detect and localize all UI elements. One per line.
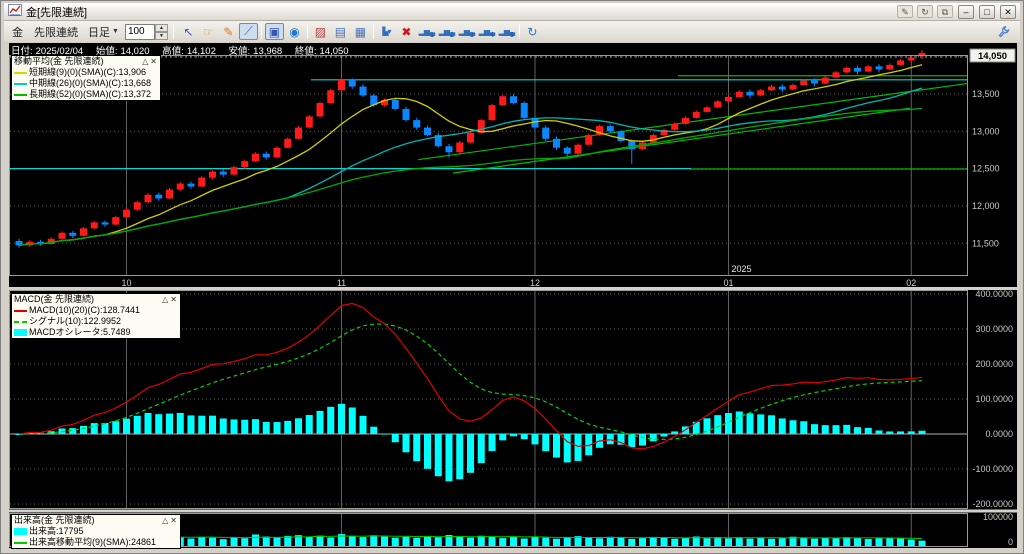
- app-window: 金[先限連続] ✎ ↻ ⧉ – □ ✕ 金 先限連続 日足 ▼ ▲ ▼ ↖☞✎⟋…: [0, 0, 1024, 554]
- app-chart-icon: [8, 3, 22, 21]
- pan-tool-icon[interactable]: ☞: [199, 23, 218, 40]
- ma-legend-close-icon[interactable]: ✕: [149, 57, 158, 66]
- legend-item: 出来高移動平均(9)(SMA):24861: [12, 537, 180, 548]
- layout-1-icon[interactable]: ▂▅▃ 1: [417, 23, 436, 40]
- ma-legend-collapse-icon[interactable]: △: [141, 57, 149, 66]
- svg-text:100000: 100000: [983, 512, 1013, 522]
- svg-text:11,500: 11,500: [972, 238, 999, 248]
- legend-item: 長期線(52)(0)(SMA)(C):13,372: [12, 89, 160, 100]
- legend-item: 中期線(26)(0)(SMA)(C):13,668: [12, 78, 160, 89]
- maximize-button[interactable]: □: [979, 4, 995, 19]
- ma-legend-title: 移動平均(金 先限連続): [14, 56, 104, 66]
- svg-text:400.0000: 400.0000: [975, 289, 1013, 299]
- macd-histogram-layer: [15, 403, 926, 482]
- price-axis-labels: 13,500 13,000 12,500 12,000 11,500: [972, 89, 1000, 248]
- svg-text:0.0000: 0.0000: [985, 429, 1013, 439]
- chart-window-icon[interactable]: ▨: [311, 23, 330, 40]
- volume-legend: 出来高(金 先限連続) △ ✕ 出来高:17795 出来高移動平均(9)(SMA)…: [11, 514, 181, 549]
- close-button[interactable]: ✕: [1000, 4, 1016, 19]
- wrench-icon[interactable]: [997, 24, 1010, 40]
- duplicate-icon[interactable]: ⧉: [937, 5, 953, 18]
- chart-area: 日付: 2025/02/04 始値: 14,020 高値: 14,102 安値: 13,…: [9, 43, 1017, 549]
- trendline-tool-icon[interactable]: ⟋: [238, 23, 258, 40]
- layout-2-icon[interactable]: ▂▅▃ 2: [437, 23, 456, 40]
- current-price-marker: 14,050: [969, 48, 1016, 63]
- bars-count-input[interactable]: [124, 23, 155, 40]
- svg-text:-100.0000: -100.0000: [972, 464, 1013, 474]
- legend-item: 出来高:17795: [12, 526, 180, 537]
- minimize-button[interactable]: –: [958, 4, 974, 19]
- volume-legend-close-icon[interactable]: ✕: [169, 516, 178, 525]
- svg-text:-200.0000: -200.0000: [972, 499, 1013, 509]
- grid-dense-icon[interactable]: ▦: [351, 23, 370, 40]
- contract-label[interactable]: 先限連続: [30, 24, 82, 40]
- svg-text:01: 01: [723, 278, 733, 288]
- window-title: 金[先限連続]: [26, 6, 88, 19]
- svg-text:300.0000: 300.0000: [975, 324, 1013, 334]
- layout-5-icon[interactable]: ▂▅▃ 5: [497, 23, 516, 40]
- volume-axis-labels: 100000 0: [983, 512, 1013, 547]
- toolbar-icons: ↖ ☞ ✎ ⟋ ▣ ◉ ▨ ▤ ▦ ▙▾ ✖ ▂▅▃ 1 ▂▅▃ 2 ▂▅▃ 3 ▂▅▃ 4 ▂▅▃ 5 ↻: [179, 23, 542, 40]
- volume-legend-title: 出来高(金 先限連続): [14, 515, 95, 525]
- spin-up-icon[interactable]: ▲: [154, 23, 168, 32]
- legend-item: MACD(10)(20)(C):128.7441: [12, 305, 180, 316]
- svg-text:11: 11: [337, 278, 346, 288]
- toolbar: 金 先限連続 日足 ▼ ▲ ▼ ↖☞✎⟋ ▣◉ ▨▤▦ ▙▾✖▂▅▃1▂▅▃2▂▅▃3…: [4, 21, 1020, 42]
- svg-text:13,000: 13,000: [972, 126, 1000, 136]
- macd-legend-title: MACD(金 先限連続): [14, 294, 94, 304]
- remove-indicator-icon[interactable]: ✖: [397, 23, 416, 40]
- zoom-tool-icon[interactable]: ◉: [285, 23, 304, 40]
- macd-axis-labels: 400.0000 300.0000 200.0000 100.0000 0.0000 -1…: [972, 289, 1013, 509]
- grid-sparse-icon[interactable]: ▤: [331, 23, 350, 40]
- macd-legend: MACD(金 先限連続) △ ✕ MACD(10)(20)(C):128.744…: [11, 293, 181, 339]
- svg-text:10: 10: [121, 278, 131, 288]
- legend-item: シグナル(10):122.9952: [12, 316, 180, 327]
- macd-legend-collapse-icon[interactable]: △: [161, 295, 169, 304]
- symbol-label[interactable]: 金: [8, 24, 27, 40]
- chart-cursor-tool-icon[interactable]: ▣: [264, 23, 284, 40]
- volume-legend-collapse-icon[interactable]: △: [161, 516, 169, 525]
- svg-text:13,500: 13,500: [972, 89, 1000, 99]
- layout-3-icon[interactable]: ▂▅▃ 3: [457, 23, 476, 40]
- chevron-down-icon: ▼: [112, 28, 119, 35]
- svg-text:0: 0: [1008, 537, 1013, 547]
- timeframe-select[interactable]: 日足 ▼: [85, 24, 122, 40]
- add-indicator-icon[interactable]: ▙▾: [377, 23, 396, 40]
- svg-text:12,000: 12,000: [972, 201, 1000, 211]
- ma-legend: 移動平均(金 先限連続) △ ✕ 短期線(9)(0)(SMA)(C):13,90…: [11, 55, 161, 101]
- layout-4-icon[interactable]: ▂▅▃ 4: [477, 23, 496, 40]
- legend-item: 短期線(9)(0)(SMA)(C):13,906: [12, 67, 160, 78]
- svg-text:100.0000: 100.0000: [975, 394, 1013, 404]
- bars-count-stepper: ▲ ▼: [124, 23, 168, 40]
- svg-text:02: 02: [906, 278, 916, 288]
- svg-text:12,500: 12,500: [972, 164, 1000, 174]
- refresh-chart-icon[interactable]: ↻: [523, 23, 542, 40]
- svg-text:14,050: 14,050: [978, 51, 1007, 62]
- svg-text:2025: 2025: [732, 264, 752, 274]
- refresh-window-icon[interactable]: ↻: [917, 5, 933, 18]
- select-tool-icon[interactable]: ↖: [179, 23, 198, 40]
- macd-legend-close-icon[interactable]: ✕: [169, 295, 178, 304]
- legend-item: MACDオシレータ:5.7489: [12, 327, 180, 338]
- titlebar: 金[先限連続] ✎ ↻ ⧉ – □ ✕: [4, 3, 1020, 21]
- svg-text:12: 12: [530, 278, 540, 288]
- draw-tool-icon[interactable]: ✎: [219, 23, 238, 40]
- pen-icon[interactable]: ✎: [897, 5, 913, 18]
- spin-down-icon[interactable]: ▼: [154, 31, 168, 40]
- svg-text:200.0000: 200.0000: [975, 359, 1013, 369]
